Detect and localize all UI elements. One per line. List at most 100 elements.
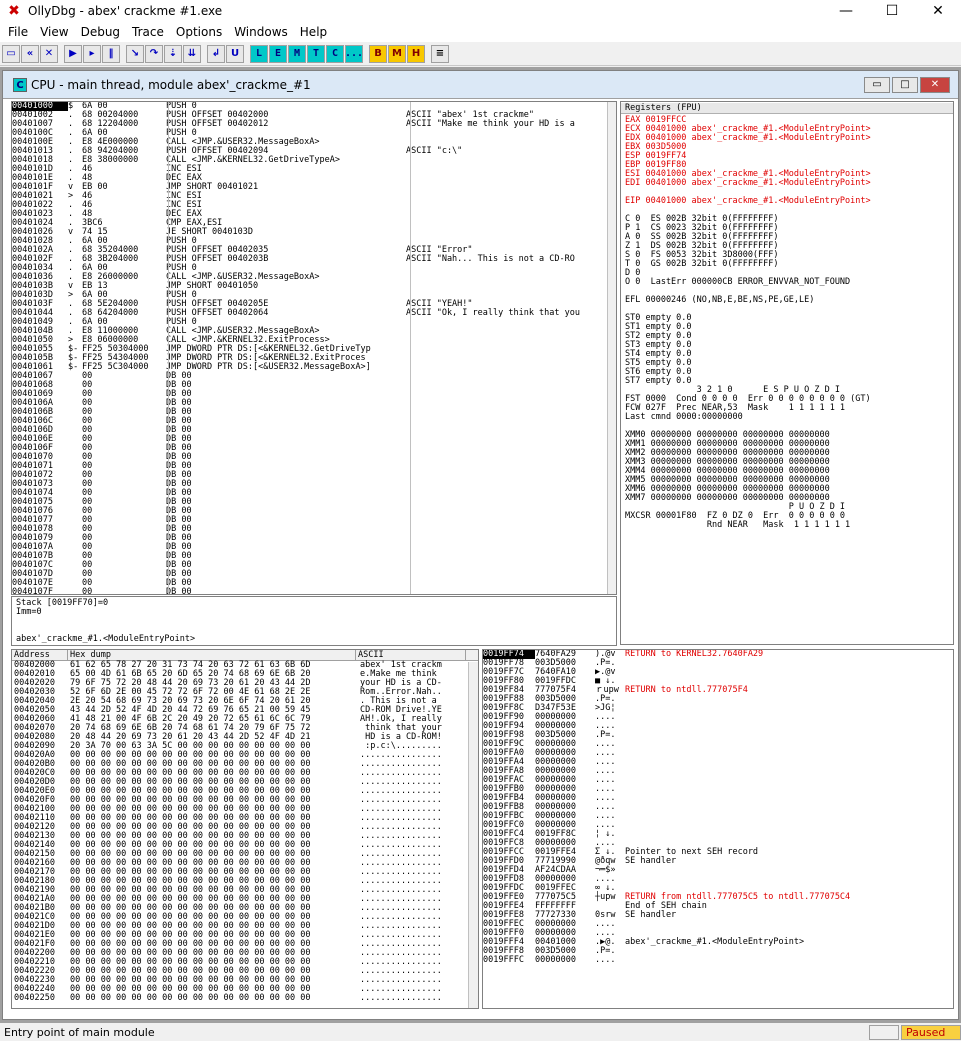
disasm-row[interactable]: 0040107C 00 DB 00	[12, 561, 616, 570]
stack-comment	[625, 749, 945, 758]
disasm-comment	[406, 579, 606, 588]
stack-value: 00000000	[535, 955, 576, 965]
list-icon[interactable]: ≡	[431, 44, 449, 63]
disasm-marker	[68, 471, 82, 480]
stack-row[interactable]: 0019FFFC 00000000....	[483, 956, 953, 965]
window-m-button[interactable]: M	[388, 44, 406, 63]
menu-options[interactable]: Options	[170, 25, 228, 39]
disasm-row[interactable]: 0040107B 00 DB 00	[12, 552, 616, 561]
window-t-button[interactable]: T	[307, 44, 325, 63]
close-button[interactable]: ✕	[915, 0, 961, 22]
disasm-row[interactable]: 00401076 00 DB 00	[12, 507, 616, 516]
window-more-button[interactable]: ...	[345, 44, 363, 63]
registers-header[interactable]: Registers (FPU)	[621, 103, 953, 114]
disasm-row[interactable]: 00401075 00 DB 00	[12, 498, 616, 507]
disasm-command: CALL <JMP.&KERNEL32.GetDriveTypeA>	[166, 155, 340, 165]
stack-pane[interactable]: 0019FF74 7640FA29).@v RETURN to KERNEL32.7…	[482, 649, 954, 1009]
rewind-icon[interactable]: «	[21, 44, 39, 63]
window-h-button[interactable]: H	[407, 44, 425, 63]
disasm-row[interactable]: 0040106C 00 DB 00	[12, 417, 616, 426]
dump-scrollbar[interactable]	[468, 662, 478, 1008]
menu-debug[interactable]: Debug	[75, 25, 126, 39]
disasm-comment	[406, 228, 606, 237]
dump-header-address[interactable]: Address	[12, 650, 68, 660]
trace-into-icon[interactable]: ⇣	[164, 44, 182, 63]
disasm-row[interactable]: 0040106A 00 DB 00	[12, 399, 616, 408]
disasm-command: DB 00	[166, 533, 192, 543]
step-over-icon[interactable]: ↷	[145, 44, 163, 63]
window-e-button[interactable]: E	[269, 44, 287, 63]
menu-windows[interactable]: Windows	[228, 25, 294, 39]
title-bar: ✖ OllyDbg - abex' crackme #1.exe — ☐ ✕	[0, 0, 961, 22]
disasm-row[interactable]: 00401078 00 DB 00	[12, 525, 616, 534]
window-m-button[interactable]: M	[288, 44, 306, 63]
disasm-row[interactable]: 00401018. E8 38000000 CALL <JMP.&KERNEL32.…	[12, 156, 616, 165]
disasm-row[interactable]: 0040101F v EB 00 JMP SHORT 00401021	[12, 183, 616, 192]
disasm-comment-divider[interactable]	[410, 102, 411, 594]
cpu-restore-button[interactable]: □	[892, 76, 918, 93]
close-icon[interactable]: ✕	[40, 44, 58, 63]
disasm-row[interactable]: 00401067 00 DB 00	[12, 372, 616, 381]
dump-header-hex[interactable]: Hex dump	[68, 650, 356, 660]
menu-trace[interactable]: Trace	[126, 25, 170, 39]
disasm-row[interactable]: 0040107F 00 DB 00	[12, 588, 616, 595]
disasm-row[interactable]: 00401022. 46 INC ESI	[12, 201, 616, 210]
disasm-row[interactable]: 00401023. 48 DEC EAX	[12, 210, 616, 219]
disasm-row[interactable]: 00401071 00 DB 00	[12, 462, 616, 471]
disasm-row[interactable]: 00401073 00 DB 00	[12, 480, 616, 489]
disasm-column-divider[interactable]	[168, 102, 169, 594]
window-l-button[interactable]: L	[250, 44, 268, 63]
disasm-row[interactable]: 00401061 $- FF25 5C304000 JMP DWORD PTR DS:…	[12, 363, 616, 372]
disasm-comment	[406, 183, 606, 192]
open-icon[interactable]: ▭	[2, 44, 20, 63]
run-thread-icon[interactable]: ▸	[83, 44, 101, 63]
menu-help[interactable]: Help	[294, 25, 333, 39]
disasm-row[interactable]: 0040106D 00 DB 00	[12, 426, 616, 435]
disasm-row[interactable]: 00401072 00 DB 00	[12, 471, 616, 480]
disasm-row[interactable]: 00401074 00 DB 00	[12, 489, 616, 498]
disassembly-scrollbar[interactable]	[607, 102, 616, 594]
disasm-marker	[68, 462, 82, 471]
disasm-row[interactable]: 00401077 00 DB 00	[12, 516, 616, 525]
registers-pane[interactable]: Registers (FPU) EAX 0019FFCC ECX 00401000…	[620, 101, 954, 645]
cpu-close-button[interactable]: ✕	[920, 76, 950, 93]
disassembly-pane[interactable]: 00401000 $6A 00 PUSH 0 00401002. 68 00204000…	[11, 101, 617, 595]
disasm-row[interactable]: 00401079 00 DB 00	[12, 534, 616, 543]
hex-dump-pane[interactable]: Address Hex dump ASCII 00402000 61 62 65 …	[11, 649, 479, 1009]
disasm-comment: ASCII "c:\"	[406, 146, 463, 156]
cpu-minimize-button[interactable]: ▭	[864, 76, 890, 93]
disasm-row[interactable]: 0040107E 00 DB 00	[12, 579, 616, 588]
minimize-button[interactable]: —	[823, 0, 869, 22]
disasm-row[interactable]: 00401021 >46 INC ESI	[12, 192, 616, 201]
disasm-marker	[68, 480, 82, 489]
disasm-row[interactable]: 0040107D 00 DB 00	[12, 570, 616, 579]
disasm-row[interactable]: 00401068 00 DB 00	[12, 381, 616, 390]
disasm-command: DB 00	[166, 542, 192, 552]
stack-comment	[625, 947, 945, 956]
dump-header-ascii[interactable]: ASCII	[356, 650, 466, 660]
disasm-marker	[68, 426, 82, 435]
disasm-row[interactable]: 0040107A 00 DB 00	[12, 543, 616, 552]
disasm-row[interactable]: 0040106E 00 DB 00	[12, 435, 616, 444]
maximize-button[interactable]: ☐	[869, 0, 915, 22]
window-c-button[interactable]: C	[326, 44, 344, 63]
pause-icon[interactable]: ‖	[102, 44, 120, 63]
disasm-row[interactable]: 00401070 00 DB 00	[12, 453, 616, 462]
disasm-command: INC ESI	[166, 164, 202, 174]
trace-over-icon[interactable]: ⇊	[183, 44, 201, 63]
dump-row[interactable]: 00402250 00 00 00 00 00 00 00 00 00 00 00…	[12, 994, 478, 1003]
disasm-row[interactable]: 0040106F 00 DB 00	[12, 444, 616, 453]
step-into-icon[interactable]: ↘	[126, 44, 144, 63]
run-icon[interactable]: ▶	[64, 44, 82, 63]
goto-icon[interactable]: U	[226, 44, 244, 63]
execute-till-return-icon[interactable]: ↲	[207, 44, 225, 63]
window-b-button[interactable]: B	[369, 44, 387, 63]
disasm-comment	[406, 471, 606, 480]
register-line: EIP 00401000 abex'_crackme_#1.<ModuleEnt…	[625, 196, 871, 206]
disasm-row[interactable]: 00401069 00 DB 00	[12, 390, 616, 399]
menu-view[interactable]: View	[34, 25, 74, 39]
disasm-row[interactable]: 0040106B 00 DB 00	[12, 408, 616, 417]
disasm-comment	[406, 480, 606, 489]
disasm-row[interactable]: 0040101D. 46 INC ESI	[12, 165, 616, 174]
menu-file[interactable]: File	[2, 25, 34, 39]
